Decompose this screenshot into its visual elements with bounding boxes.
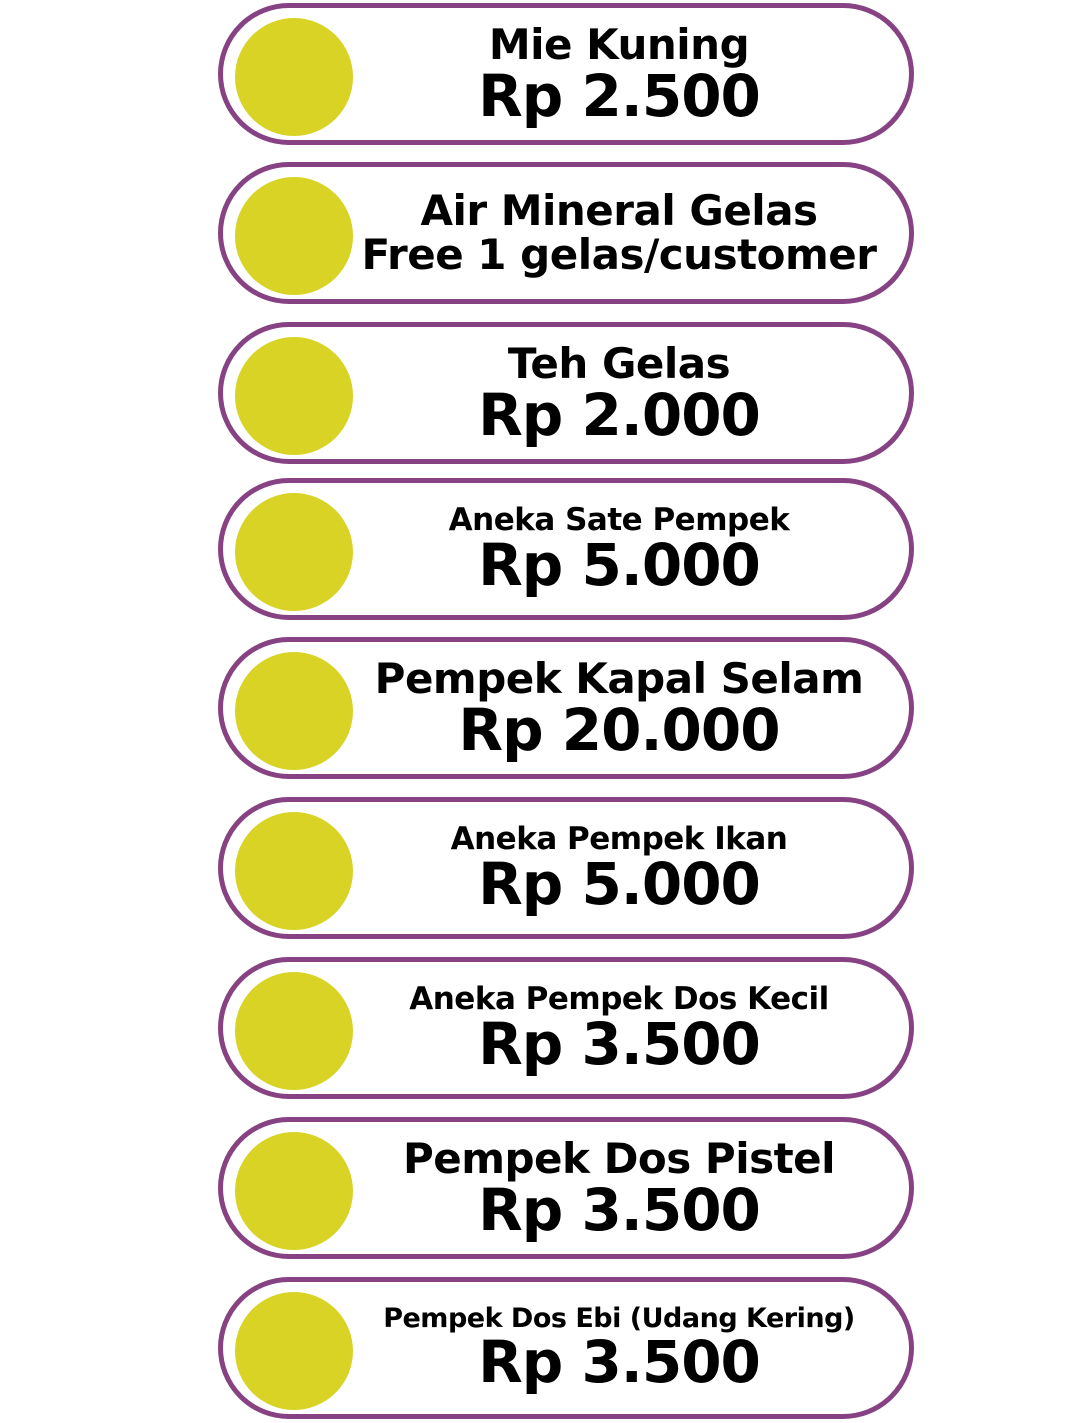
menu-item-pempek-dos-ebi: Pempek Dos Ebi (Udang Kering) Rp 3.500 — [218, 1277, 914, 1419]
bullet-dot-icon — [235, 493, 353, 611]
menu-item-text: Pempek Dos Pistel Rp 3.500 — [343, 1122, 895, 1254]
bullet-dot-icon — [235, 652, 353, 770]
item-price: Rp 3.500 — [478, 1328, 761, 1397]
menu-item-text: Pempek Kapal Selam Rp 20.000 — [343, 642, 895, 774]
item-price: Rp 5.000 — [478, 531, 761, 600]
item-price: Rp 20.000 — [458, 696, 780, 765]
menu-item-text: Mie Kuning Rp 2.500 — [343, 8, 895, 140]
item-name: Pempek Dos Pistel — [402, 1133, 836, 1183]
menu-item-text: Pempek Dos Ebi (Udang Kering) Rp 3.500 — [343, 1282, 895, 1414]
item-price: Rp 3.500 — [478, 1010, 761, 1079]
item-price: Free 1 gelas/customer — [361, 230, 877, 279]
menu-item-text: Aneka Sate Pempek Rp 5.000 — [343, 483, 895, 615]
item-price: Rp 5.000 — [478, 850, 761, 919]
menu-item-teh-gelas: Teh Gelas Rp 2.000 — [218, 322, 914, 464]
bullet-dot-icon — [235, 1292, 353, 1410]
item-price: Rp 3.500 — [478, 1176, 761, 1245]
menu-item-aneka-pempek-ikan: Aneka Pempek Ikan Rp 5.000 — [218, 797, 914, 939]
menu-item-text: Air Mineral Gelas Free 1 gelas/customer — [343, 167, 895, 299]
menu-item-pempek-kapal-selam: Pempek Kapal Selam Rp 20.000 — [218, 637, 914, 779]
menu-item-pempek-dos-pistel: Pempek Dos Pistel Rp 3.500 — [218, 1117, 914, 1259]
bullet-dot-icon — [235, 812, 353, 930]
menu-list: Mie Kuning Rp 2.500 Air Mineral Gelas Fr… — [0, 0, 1080, 1423]
item-name: Teh Gelas — [507, 338, 731, 388]
menu-item-aneka-sate-pempek: Aneka Sate Pempek Rp 5.000 — [218, 478, 914, 620]
menu-item-mie-kuning: Mie Kuning Rp 2.500 — [218, 3, 914, 145]
item-price: Rp 2.000 — [478, 381, 761, 450]
item-price: Rp 2.500 — [478, 62, 761, 131]
bullet-dot-icon — [235, 177, 353, 295]
menu-item-text: Aneka Pempek Dos Kecil Rp 3.500 — [343, 962, 895, 1094]
bullet-dot-icon — [235, 1132, 353, 1250]
menu-item-air-mineral-gelas: Air Mineral Gelas Free 1 gelas/customer — [218, 162, 914, 304]
menu-item-aneka-pempek-dos-kecil: Aneka Pempek Dos Kecil Rp 3.500 — [218, 957, 914, 1099]
menu-item-text: Teh Gelas Rp 2.000 — [343, 327, 895, 459]
bullet-dot-icon — [235, 18, 353, 136]
bullet-dot-icon — [235, 972, 353, 1090]
item-name: Mie Kuning — [488, 19, 750, 69]
item-name: Pempek Kapal Selam — [374, 653, 864, 703]
menu-item-text: Aneka Pempek Ikan Rp 5.000 — [343, 802, 895, 934]
bullet-dot-icon — [235, 337, 353, 455]
item-name: Air Mineral Gelas — [420, 185, 818, 235]
